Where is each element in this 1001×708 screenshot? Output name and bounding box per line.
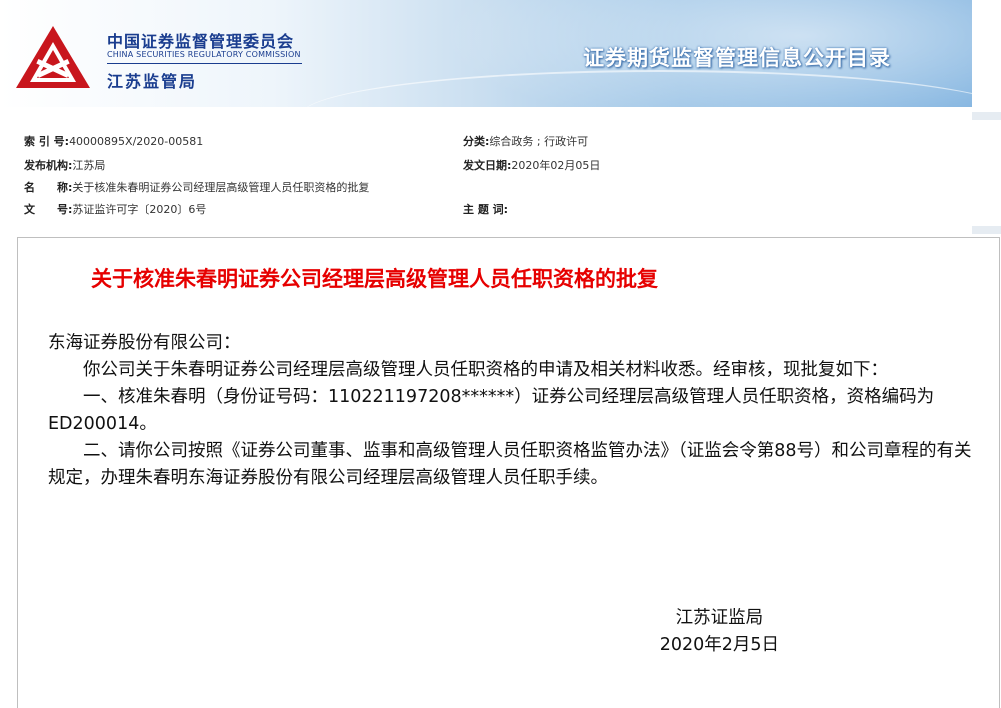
org-divider bbox=[107, 63, 302, 64]
meta-docno-label: 文 号: bbox=[24, 203, 73, 216]
meta-docno: 文 号:苏证监许可字〔2020〕6号 bbox=[24, 201, 206, 217]
meta-name: 名 称:关于核准朱春明证券公司经理层高级管理人员任职资格的批复 bbox=[24, 179, 369, 195]
meta-keywords: 主 题 词: bbox=[463, 201, 508, 217]
meta-date-label: 发文日期: bbox=[463, 159, 512, 172]
meta-date: 发文日期:2020年02月05日 bbox=[463, 157, 600, 173]
meta-index: 索 引 号:40000895X/2020-00581 bbox=[24, 133, 203, 149]
document-salutation: 东海证券股份有限公司： bbox=[48, 333, 241, 353]
document-title: 关于核准朱春明证券公司经理层高级管理人员任职资格的批复 bbox=[91, 267, 658, 291]
meta-issuer-value: 江苏局 bbox=[72, 159, 106, 172]
sign-date: 2020年2月5日 bbox=[659, 635, 779, 655]
meta-category-value: 综合政务 ; 行政许可 bbox=[489, 135, 589, 148]
org-name-en: CHINA SECURITIES REGULATORY COMMISSION bbox=[107, 50, 301, 59]
meta-index-label: 索 引 号: bbox=[24, 135, 70, 148]
meta-keywords-label: 主 题 词: bbox=[463, 203, 509, 216]
document-paragraph: 你公司关于朱春明证券公司经理层高级管理人员任职资格的申请及相关材料收悉。经审核，… bbox=[83, 360, 888, 380]
document-body: 东海证券股份有限公司： 你公司关于朱春明证券公司经理层高级管理人员任职资格的申请… bbox=[48, 330, 973, 492]
org-branch-name: 江苏监管局 bbox=[107, 72, 198, 91]
document-paragraph: 一、核准朱春明（身份证号码：110221197208******）证券公司经理层… bbox=[48, 387, 935, 434]
signature-block: 江苏证监局 2020年2月5日 bbox=[660, 605, 779, 659]
meta-issuer-label: 发布机构: bbox=[24, 159, 73, 172]
meta-name-label: 名 称: bbox=[24, 181, 73, 194]
banner-title: 证券期货监督管理信息公开目录 bbox=[583, 46, 891, 70]
meta-category-label: 分类: bbox=[463, 135, 490, 148]
signatory: 江苏证监局 bbox=[675, 608, 764, 628]
meta-docno-value: 苏证监许可字〔2020〕6号 bbox=[72, 203, 207, 216]
meta-name-value: 关于核准朱春明证券公司经理层高级管理人员任职资格的批复 bbox=[72, 181, 370, 194]
meta-category: 分类:综合政务 ; 行政许可 bbox=[463, 133, 588, 149]
edge-tick bbox=[972, 226, 1001, 234]
csrc-logo-icon bbox=[16, 26, 90, 88]
meta-index-value: 40000895X/2020-00581 bbox=[69, 135, 204, 148]
document-paragraph: 二、请你公司按照《证券公司董事、监事和高级管理人员任职资格监管办法》（证监会令第… bbox=[48, 441, 972, 488]
header-banner: 中国证券监督管理委员会 CHINA SECURITIES REGULATORY … bbox=[0, 0, 972, 107]
document-content: 关于核准朱春明证券公司经理层高级管理人员任职资格的批复 东海证券股份有限公司： … bbox=[17, 237, 1000, 708]
meta-issuer: 发布机构:江苏局 bbox=[24, 157, 105, 173]
org-name-cn: 中国证券监督管理委员会 bbox=[107, 32, 295, 51]
edge-tick bbox=[972, 112, 1001, 120]
meta-date-value: 2020年02月05日 bbox=[511, 159, 601, 172]
